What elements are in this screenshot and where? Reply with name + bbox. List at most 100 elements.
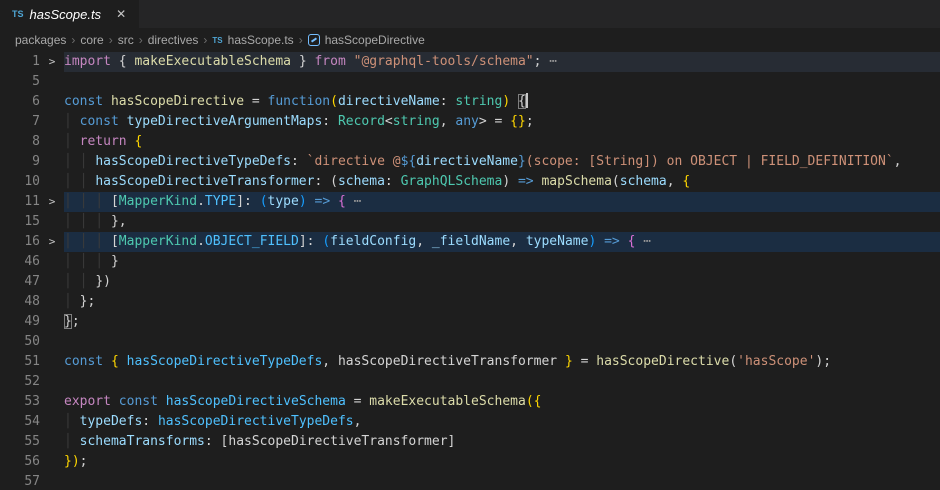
- code-token: :: [142, 414, 158, 429]
- code-line-content[interactable]: [64, 332, 940, 352]
- code-token: hasScopeDirective: [111, 94, 252, 109]
- code-token: MapperKind: [119, 194, 197, 209]
- code-line-content[interactable]: │ };: [64, 292, 940, 312]
- code-token: typeName: [526, 234, 589, 249]
- code-line-content[interactable]: │ │ │ }: [64, 252, 940, 272]
- code-token: function: [268, 94, 331, 109]
- breadcrumb-item-src[interactable]: src: [118, 33, 134, 47]
- gutter: 16>: [0, 232, 64, 252]
- code-token: ${: [401, 154, 417, 169]
- line-number: 8: [0, 132, 40, 152]
- code-token: │ │: [64, 274, 95, 289]
- code-token: =: [346, 394, 369, 409]
- code-token: │: [64, 434, 80, 449]
- code-token: };: [80, 294, 96, 309]
- code-token: ]: [448, 434, 456, 449]
- code-token: :: [440, 94, 456, 109]
- gutter: 10: [0, 172, 64, 192]
- fold-chevron-icon: [40, 412, 64, 432]
- code-line-content[interactable]: [64, 72, 940, 92]
- gutter: 48: [0, 292, 64, 312]
- code-line-content[interactable]: │ typeDefs: hasScopeDirectiveTypeDefs,: [64, 412, 940, 432]
- gutter: 7: [0, 112, 64, 132]
- fold-chevron-icon: [40, 332, 64, 352]
- code-token: string: [455, 94, 502, 109]
- code-token: Record: [338, 114, 385, 129]
- code-token: type: [268, 194, 299, 209]
- code-token: makeExecutableSchema: [369, 394, 526, 409]
- code-token: const: [119, 394, 166, 409]
- fold-chevron-icon: [40, 272, 64, 292]
- code-token: ⋯: [346, 194, 362, 209]
- code-line-content[interactable]: const hasScopeDirective = function(direc…: [64, 92, 940, 112]
- code-token: const: [80, 114, 127, 129]
- code-line-content[interactable]: │ │ │ [MapperKind.TYPE]: (type) => { ⋯: [64, 192, 940, 212]
- breadcrumb-separator: ›: [203, 33, 207, 47]
- gutter: 49: [0, 312, 64, 332]
- breadcrumb-item-symbol[interactable]: hasScopeDirective: [308, 33, 425, 47]
- code-line-content[interactable]: │ │ }): [64, 272, 940, 292]
- code-line-48: 48 │ };: [0, 292, 940, 312]
- fold-chevron-icon: [40, 252, 64, 272]
- code-token: hasScopeDirectiveTypeDefs: [158, 414, 354, 429]
- code-line-content[interactable]: │ │ hasScopeDirectiveTypeDefs: `directiv…: [64, 152, 940, 172]
- code-token: │ │ │: [64, 254, 111, 269]
- breadcrumb-item-core[interactable]: core: [80, 33, 103, 47]
- code-token: │: [64, 134, 80, 149]
- symbol-variable-icon: [308, 34, 320, 46]
- code-token: }: [291, 54, 314, 69]
- line-number: 48: [0, 292, 40, 312]
- code-token: (scope: [String]) on OBJECT | FIELD_DEFI…: [526, 154, 894, 169]
- code-token: .: [197, 234, 205, 249]
- code-token: }: [565, 354, 573, 369]
- breadcrumb-item-file[interactable]: TShasScope.ts: [212, 33, 293, 47]
- code-token: }: [64, 314, 72, 329]
- code-line-content[interactable]: │ return {: [64, 132, 940, 152]
- breadcrumb-item-packages[interactable]: packages: [15, 33, 66, 47]
- code-token: TYPE: [205, 194, 236, 209]
- line-number: 10: [0, 172, 40, 192]
- code-line-content[interactable]: │ schemaTransforms: [hasScopeDirectiveTr…: [64, 432, 940, 452]
- code-line-content[interactable]: │ │ hasScopeDirectiveTransformer: (schem…: [64, 172, 940, 192]
- breadcrumb-item-directives[interactable]: directives: [148, 33, 199, 47]
- close-icon[interactable]: ✕: [113, 6, 129, 22]
- code-line-content[interactable]: });: [64, 452, 940, 472]
- code-line-16: 16>│ │ │ [MapperKind.OBJECT_FIELD]: (fie…: [0, 232, 940, 252]
- code-line-content[interactable]: │ │ │ [MapperKind.OBJECT_FIELD]: (fieldC…: [64, 232, 940, 252]
- code-token: "@graphql-tools/schema": [354, 54, 534, 69]
- fold-chevron-icon[interactable]: >: [40, 192, 64, 212]
- code-line-content[interactable]: };: [64, 312, 940, 332]
- code-token: (: [330, 174, 338, 189]
- tab-hasScope[interactable]: TS hasScope.ts ✕: [0, 0, 139, 28]
- text-cursor: [526, 93, 528, 108]
- code-line-10: 10 │ │ hasScopeDirectiveTransformer: (sch…: [0, 172, 940, 192]
- code-token: :: [244, 194, 260, 209]
- fold-chevron-icon[interactable]: >: [40, 52, 64, 72]
- gutter: 46: [0, 252, 64, 272]
- code-token: (: [729, 354, 737, 369]
- code-line-content[interactable]: │ │ │ },: [64, 212, 940, 232]
- code-line-content[interactable]: [64, 472, 940, 490]
- code-token: ,: [354, 414, 362, 429]
- fold-chevron-icon: [40, 112, 64, 132]
- code-line-content[interactable]: const { hasScopeDirectiveTypeDefs, hasSc…: [64, 352, 940, 372]
- code-token: `directive @: [307, 154, 401, 169]
- line-number: 6: [0, 92, 40, 112]
- typescript-file-icon: TS: [12, 9, 24, 19]
- gutter: 9: [0, 152, 64, 172]
- code-token: makeExecutableSchema: [134, 54, 291, 69]
- code-token: ⋯: [635, 234, 651, 249]
- breadcrumb: packages›core›src›directives›TShasScope.…: [0, 28, 940, 52]
- code-token: │: [64, 414, 80, 429]
- code-token: mapSchema: [541, 174, 611, 189]
- code-line-content[interactable]: │ const typeDirectiveArgumentMaps: Recor…: [64, 112, 940, 132]
- code-token: {: [534, 394, 542, 409]
- code-line-content[interactable]: export const hasScopeDirectiveSchema = m…: [64, 392, 940, 412]
- code-line-7: 7│ const typeDirectiveArgumentMaps: Reco…: [0, 112, 940, 132]
- code-token: =: [573, 354, 596, 369]
- code-line-content[interactable]: [64, 372, 940, 392]
- fold-chevron-icon[interactable]: >: [40, 232, 64, 252]
- code-token: ,: [440, 114, 456, 129]
- fold-chevron-icon: [40, 132, 64, 152]
- code-line-content[interactable]: import { makeExecutableSchema } from "@g…: [64, 52, 940, 72]
